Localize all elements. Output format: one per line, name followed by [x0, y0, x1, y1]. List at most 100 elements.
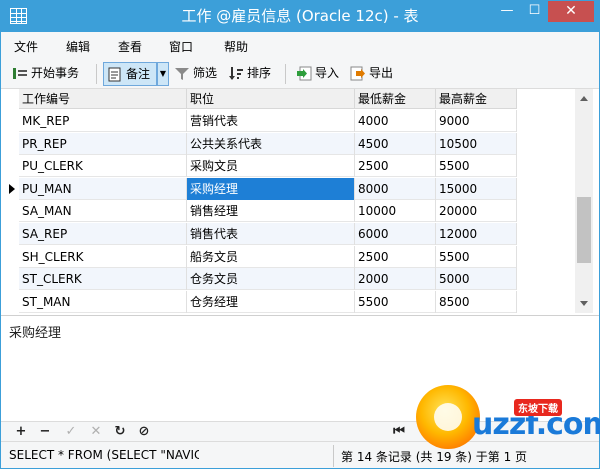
- cell-min-salary[interactable]: 4500: [355, 133, 436, 155]
- cell-job-id[interactable]: PU_MAN: [19, 178, 187, 200]
- refresh-icon[interactable]: ↻: [112, 424, 128, 440]
- cell-min-salary[interactable]: 5500: [355, 291, 436, 313]
- cell-max-salary[interactable]: 5500: [436, 246, 517, 268]
- table-row[interactable]: PU_MAN 采购经理 8000 15000: [19, 178, 517, 200]
- toolbar-separator: [285, 64, 286, 84]
- cell-max-salary[interactable]: 5000: [436, 268, 517, 290]
- status-sql-text: SELECT * FROM (SELECT "NAVIC: [9, 448, 199, 462]
- toolbar-separator: [96, 64, 97, 84]
- cell-job-id[interactable]: SA_MAN: [19, 200, 187, 222]
- grid-header: 工作编号 职位 最低薪金 最高薪金: [19, 89, 517, 109]
- cell-max-salary[interactable]: 10500: [436, 133, 517, 155]
- scroll-up-icon[interactable]: [580, 96, 588, 101]
- delete-record-icon[interactable]: −: [37, 424, 53, 440]
- menu-window[interactable]: 窗口: [169, 38, 193, 55]
- scroll-down-icon[interactable]: [580, 301, 588, 306]
- begin-transaction-button[interactable]: 开始事务: [9, 62, 79, 86]
- import-icon: [297, 66, 312, 81]
- export-button[interactable]: 导出: [347, 62, 393, 86]
- cell-job-id[interactable]: SH_CLERK: [19, 246, 187, 268]
- table-row[interactable]: ST_CLERK 仓务文员 2000 5000: [19, 268, 517, 290]
- data-grid: 工作编号 职位 最低薪金 最高薪金 MK_REP 营销代表 4000 9000 PR_R…: [1, 89, 599, 313]
- cell-min-salary[interactable]: 4000: [355, 110, 436, 132]
- cell-job-title[interactable]: 仓务经理: [187, 291, 355, 313]
- watermark-badge: 东坡下载: [514, 399, 562, 416]
- scroll-thumb[interactable]: [577, 197, 591, 263]
- cell-min-salary[interactable]: 2000: [355, 268, 436, 290]
- add-record-icon[interactable]: +: [13, 424, 29, 440]
- menu-bar: 文件 编辑 查看 窗口 帮助: [1, 32, 599, 59]
- menu-view[interactable]: 查看: [118, 38, 142, 55]
- import-label: 导入: [315, 66, 340, 80]
- cell-job-title[interactable]: 仓务文员: [187, 268, 355, 290]
- cell-min-salary[interactable]: 6000: [355, 223, 436, 245]
- vertical-scrollbar[interactable]: [575, 89, 593, 313]
- close-button[interactable]: ✕: [548, 1, 594, 22]
- transaction-icon: [13, 68, 27, 79]
- import-button[interactable]: 导入: [293, 62, 339, 86]
- table-row[interactable]: SA_MAN 销售经理 10000 20000: [19, 200, 517, 222]
- cell-min-salary[interactable]: 2500: [355, 155, 436, 177]
- memo-button[interactable]: 备注: [103, 62, 157, 86]
- cell-job-id[interactable]: PU_CLERK: [19, 155, 187, 177]
- sort-icon: [229, 67, 243, 80]
- title-bar: 工作 @雇员信息 (Oracle 12c) - 表 — ☐ ✕: [1, 1, 599, 32]
- memo-label: 备注: [126, 67, 151, 81]
- cell-min-salary[interactable]: 10000: [355, 200, 436, 222]
- cell-job-id[interactable]: ST_MAN: [19, 291, 187, 313]
- table-row[interactable]: PU_CLERK 采购文员 2500 5500: [19, 155, 517, 177]
- discard-changes-icon[interactable]: ✕: [88, 424, 104, 440]
- first-record-icon[interactable]: ⏮: [391, 424, 407, 440]
- cell-job-title[interactable]: 采购经理: [187, 178, 355, 200]
- row-indicator-gutter: [1, 89, 19, 313]
- menu-file[interactable]: 文件: [14, 38, 38, 55]
- sort-button[interactable]: 排序: [225, 62, 271, 86]
- stop-icon[interactable]: ⊘: [136, 424, 152, 440]
- table-row[interactable]: MK_REP 营销代表 4000 9000: [19, 110, 517, 132]
- cell-max-salary[interactable]: 20000: [436, 200, 517, 222]
- current-row-pointer-icon: [9, 184, 15, 194]
- cell-job-title[interactable]: 销售经理: [187, 200, 355, 222]
- column-header-max-salary[interactable]: 最高薪金: [436, 89, 517, 109]
- filter-button[interactable]: 筛选: [171, 62, 217, 86]
- cell-max-salary[interactable]: 9000: [436, 110, 517, 132]
- cell-job-id[interactable]: PR_REP: [19, 133, 187, 155]
- toolbar: 开始事务 备注 ▼ 筛选 排序 导入 导出: [1, 59, 599, 89]
- begin-transaction-label: 开始事务: [31, 66, 80, 80]
- cell-max-salary[interactable]: 5500: [436, 155, 517, 177]
- cell-job-id[interactable]: MK_REP: [19, 110, 187, 132]
- cell-job-title[interactable]: 采购文员: [187, 155, 355, 177]
- apply-changes-icon[interactable]: ✓: [63, 424, 79, 440]
- cell-job-title[interactable]: 营销代表: [187, 110, 355, 132]
- column-header-job-id[interactable]: 工作编号: [19, 89, 187, 109]
- menu-help[interactable]: 帮助: [224, 38, 248, 55]
- cell-job-id[interactable]: SA_REP: [19, 223, 187, 245]
- cell-max-salary[interactable]: 12000: [436, 223, 517, 245]
- memo-icon: [108, 67, 121, 82]
- cell-min-salary[interactable]: 8000: [355, 178, 436, 200]
- watermark-logo-icon: [416, 385, 480, 449]
- watermark-logo: uzzf.com 东坡下载: [416, 385, 600, 451]
- column-header-job-title[interactable]: 职位: [187, 89, 355, 109]
- table-row[interactable]: PR_REP 公共关系代表 4500 10500: [19, 133, 517, 155]
- table-row[interactable]: SH_CLERK 船务文员 2500 5500: [19, 246, 517, 268]
- cell-max-salary[interactable]: 8500: [436, 291, 517, 313]
- memo-dropdown-arrow[interactable]: ▼: [157, 62, 169, 86]
- cell-job-title[interactable]: 船务文员: [187, 246, 355, 268]
- cell-min-salary[interactable]: 2500: [355, 246, 436, 268]
- cell-job-id[interactable]: ST_CLERK: [19, 268, 187, 290]
- table-row[interactable]: ST_MAN 仓务经理 5500 8500: [19, 291, 517, 313]
- export-icon: [350, 66, 365, 81]
- maximize-button[interactable]: ☐: [521, 1, 548, 22]
- menu-edit[interactable]: 编辑: [66, 38, 90, 55]
- filter-icon: [175, 68, 189, 80]
- cell-job-title[interactable]: 公共关系代表: [187, 133, 355, 155]
- column-header-min-salary[interactable]: 最低薪金: [355, 89, 436, 109]
- export-label: 导出: [369, 66, 394, 80]
- cell-max-salary[interactable]: 15000: [436, 178, 517, 200]
- memo-text[interactable]: 采购经理: [9, 322, 61, 341]
- minimize-button[interactable]: —: [493, 1, 521, 22]
- app-window: 工作 @雇员信息 (Oracle 12c) - 表 — ☐ ✕ 文件 编辑 查看…: [0, 0, 600, 469]
- table-row[interactable]: SA_REP 销售代表 6000 12000: [19, 223, 517, 245]
- cell-job-title[interactable]: 销售代表: [187, 223, 355, 245]
